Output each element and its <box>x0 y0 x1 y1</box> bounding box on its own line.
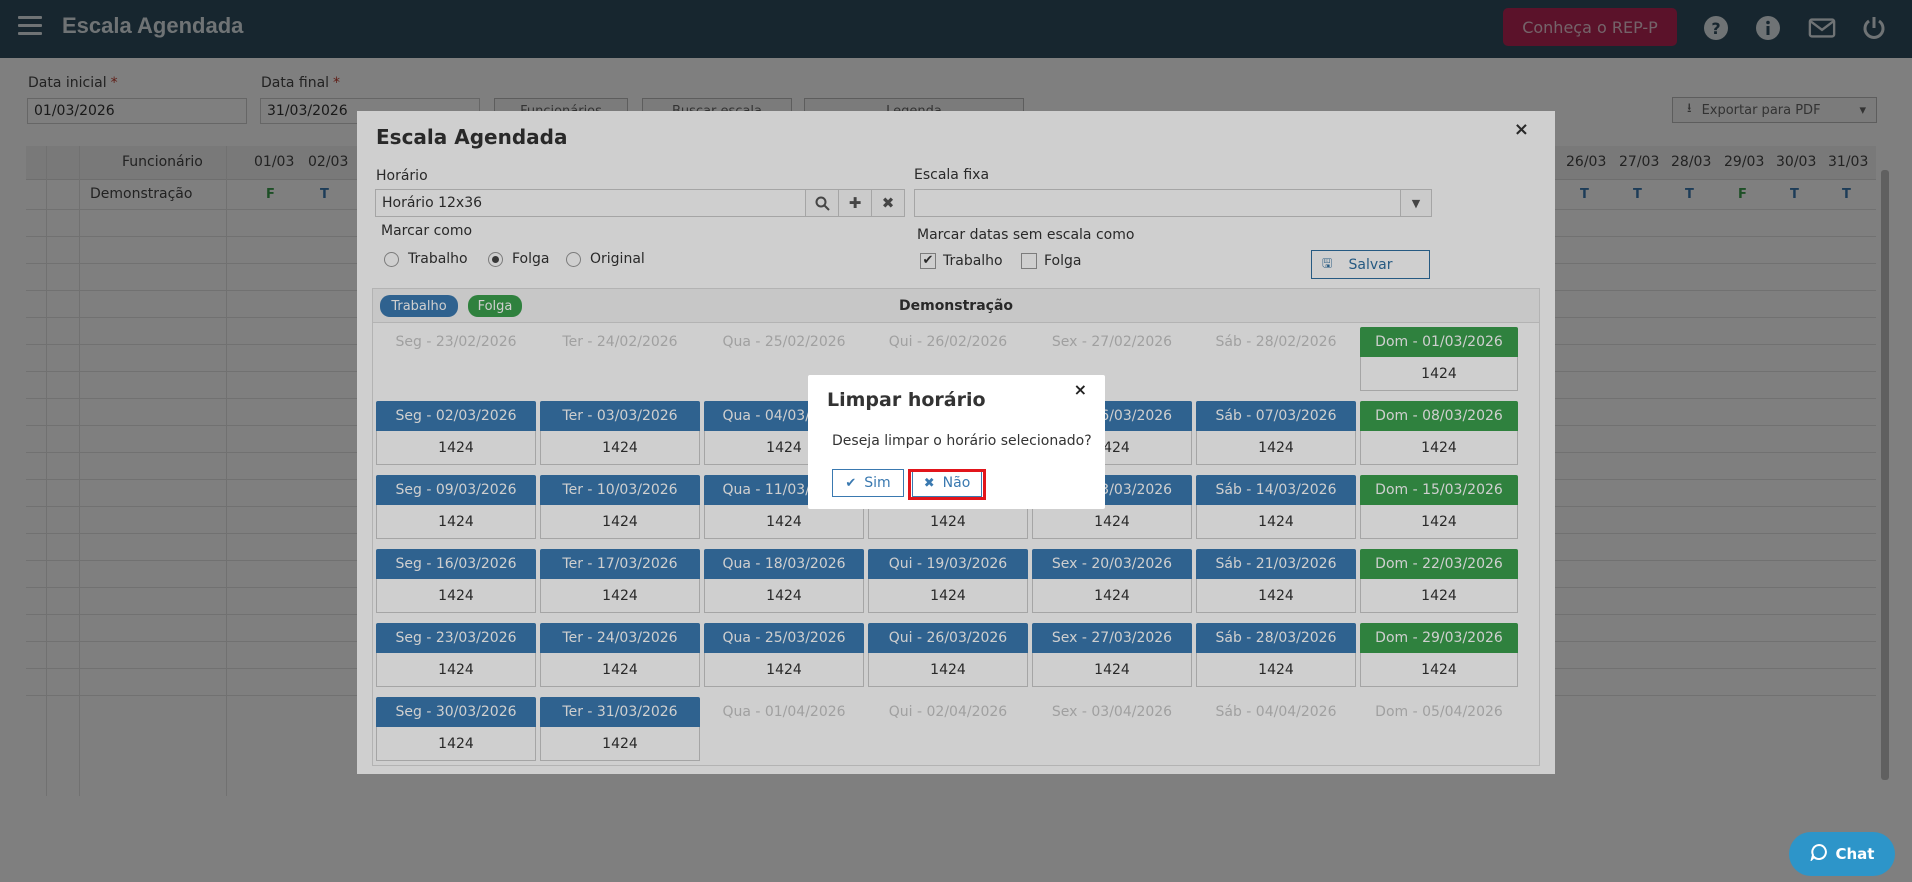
chat-label: Chat <box>1835 845 1875 863</box>
close-icon[interactable]: × <box>1074 380 1087 399</box>
check-icon: ✔ <box>845 475 857 491</box>
chat-button[interactable]: Chat <box>1789 832 1895 876</box>
dialog-title: Limpar horário <box>827 389 986 411</box>
dialog-message: Deseja limpar o horário selecionado? <box>832 433 1092 449</box>
yes-button[interactable]: ✔ Sim <box>832 469 904 497</box>
highlight-box <box>908 469 986 500</box>
yes-label: Sim <box>864 475 891 491</box>
chat-bubble-icon <box>1809 843 1828 865</box>
